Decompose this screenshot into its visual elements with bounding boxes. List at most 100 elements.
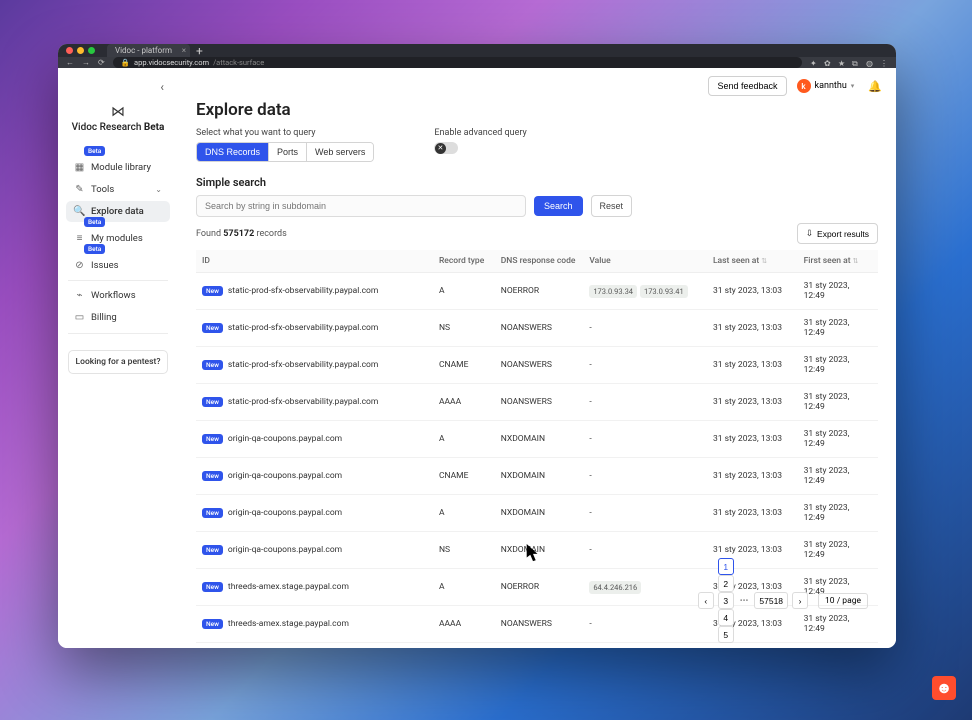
segment-web-servers[interactable]: Web servers <box>306 143 373 161</box>
maximize-window-icon[interactable] <box>88 47 95 54</box>
response-code: NOANSWERS <box>495 347 584 384</box>
tab-title: Vidoc - platform <box>115 46 172 55</box>
forward-icon[interactable]: → <box>82 58 90 67</box>
first-seen: 31 sty 2023, 12:49 <box>798 273 878 310</box>
sidebar-item-tools[interactable]: ✎Tools⌄ <box>66 179 170 200</box>
page-3-button[interactable]: 3 <box>718 592 734 609</box>
beta-badge: Beta <box>84 217 105 227</box>
browser-tab[interactable]: Vidoc - platform × <box>107 44 190 57</box>
close-window-icon[interactable] <box>66 47 73 54</box>
page-1-button[interactable]: 1 <box>718 558 734 575</box>
url-host: app.vidocsecurity.com <box>134 58 209 67</box>
column-first-seen-at[interactable]: First seen at⇅ <box>798 250 878 273</box>
pagination-ellipsis: ••• <box>738 596 751 606</box>
ext-icon[interactable]: ✦ <box>810 59 818 67</box>
back-icon[interactable]: ← <box>66 58 74 67</box>
column-id[interactable]: ID <box>196 250 433 273</box>
lock-icon: 🔒 <box>121 58 130 67</box>
url-path: /attack-surface <box>213 58 264 67</box>
search-button[interactable]: Search <box>534 196 583 216</box>
ext-icon[interactable]: ★ <box>838 59 846 67</box>
response-code: NXDOMAIN <box>495 421 584 458</box>
last-seen: 31 sty 2023, 13:03 <box>707 273 798 310</box>
sidebar: ‹ ⋈ Vidoc Research Beta Beta▦Module libr… <box>58 68 178 648</box>
record-id: static-prod-sfx-observability.paypal.com <box>228 397 378 407</box>
column-record-type[interactable]: Record type <box>433 250 495 273</box>
new-badge: New <box>202 582 223 592</box>
new-tab-button[interactable]: + <box>196 47 203 55</box>
menu-icon[interactable]: ⋮ <box>880 59 888 67</box>
table-row[interactable]: Newstatic-prod-sfx-observability.paypal.… <box>196 347 878 384</box>
column-dns-response-code[interactable]: DNS response code <box>495 250 584 273</box>
minimize-window-icon[interactable] <box>77 47 84 54</box>
browser-window: Vidoc - platform × + ← → ⟳ 🔒 app.vidocse… <box>58 44 896 648</box>
response-code: NOANSWERS <box>495 384 584 421</box>
chevron-down-icon: ▾ <box>851 82 855 90</box>
column-last-seen-at[interactable]: Last seen at⇅ <box>707 250 798 273</box>
sidebar-item-module-library[interactable]: Beta▦Module library <box>66 152 170 178</box>
notifications-icon[interactable]: 🔔 <box>868 80 882 93</box>
new-badge: New <box>202 323 223 333</box>
export-icon: ⇩ <box>806 228 813 239</box>
response-code: NOERROR <box>495 569 584 606</box>
record-type: CNAME <box>433 458 495 495</box>
ext-icon[interactable]: ⧉ <box>852 59 860 67</box>
collapse-sidebar-button[interactable]: ‹ <box>62 76 174 94</box>
record-type: A <box>433 495 495 532</box>
sidebar-item-explore-data[interactable]: 🔍Explore data <box>66 201 170 222</box>
prev-page-button[interactable]: ‹ <box>698 592 714 609</box>
flow-icon: ⌁ <box>74 290 85 301</box>
sidebar-item-workflows[interactable]: ⌁Workflows <box>66 285 170 306</box>
table-row[interactable]: Newstatic-prod-sfx-observability.paypal.… <box>196 310 878 347</box>
found-suffix: records <box>254 229 287 239</box>
page-2-button[interactable]: 2 <box>718 575 734 592</box>
sidebar-item-issues[interactable]: Beta⊘Issues <box>66 250 170 276</box>
new-badge: New <box>202 397 223 407</box>
page-title: Explore data <box>196 100 878 120</box>
table-row[interactable]: Neworigin-qa-coupons.paypal.comANXDOMAIN… <box>196 421 878 458</box>
send-feedback-button[interactable]: Send feedback <box>708 76 786 96</box>
new-badge: New <box>202 619 223 629</box>
record-value: - <box>583 384 707 421</box>
support-chat-button[interactable]: ☻ <box>932 676 956 700</box>
profile-icon[interactable]: ◍ <box>866 59 874 67</box>
reload-icon[interactable]: ⟳ <box>98 58 105 67</box>
export-label: Export results <box>817 229 869 239</box>
segment-dns-records[interactable]: DNS Records <box>197 143 268 161</box>
sort-icon: ⇅ <box>761 257 767 265</box>
value-chip: 173.0.93.34 <box>589 285 637 298</box>
next-page-button[interactable]: › <box>792 592 808 609</box>
page-5-button[interactable]: 5 <box>718 626 734 643</box>
record-value: 64.4.246.216 <box>583 569 707 606</box>
tab-close-icon[interactable]: × <box>182 46 186 55</box>
last-page-button[interactable]: 57518 <box>754 592 788 609</box>
search-input[interactable] <box>196 195 526 217</box>
record-value: - <box>583 495 707 532</box>
first-seen: 31 sty 2023, 12:49 <box>798 384 878 421</box>
sidebar-item-my-modules[interactable]: Beta≡My modules <box>66 223 170 249</box>
table-row[interactable]: Neworigin-qa-coupons.paypal.comCNAMENXDO… <box>196 458 878 495</box>
chat-icon: ☻ <box>936 678 953 698</box>
first-seen: 31 sty 2023, 12:49 <box>798 421 878 458</box>
table-row[interactable]: New static-prod-sfx-observability.paypal.… <box>196 384 878 421</box>
export-results-button[interactable]: ⇩ Export results <box>797 223 878 244</box>
advanced-query-toggle[interactable]: ✕ <box>434 142 458 154</box>
table-row[interactable]: Neworigin-qa-coupons.paypal.comANXDOMAIN… <box>196 495 878 532</box>
page-4-button[interactable]: 4 <box>718 609 734 626</box>
ext-icon[interactable]: ✿ <box>824 59 832 67</box>
pentest-cta[interactable]: Looking for a pentest? <box>68 350 168 374</box>
table-row[interactable]: Newstatic-prod-sfx-observability.paypal.… <box>196 273 878 310</box>
brand-logo-icon: ⋈ <box>62 104 174 120</box>
page-size-select[interactable]: 10 / page <box>818 593 868 609</box>
sidebar-item-billing[interactable]: ▭Billing <box>66 307 170 328</box>
column-value[interactable]: Value <box>583 250 707 273</box>
grid-icon: ▦ <box>74 162 85 173</box>
segment-ports[interactable]: Ports <box>268 143 306 161</box>
user-menu[interactable]: k kannthu ▾ <box>797 79 855 93</box>
address-bar[interactable]: 🔒 app.vidocsecurity.com/attack-surface <box>113 57 802 68</box>
bug-icon: ⊘ <box>74 260 85 271</box>
last-seen: 31 sty 2023, 13:03 <box>707 310 798 347</box>
window-controls[interactable] <box>66 47 95 54</box>
reset-button[interactable]: Reset <box>591 195 633 217</box>
response-code: NXDOMAIN <box>495 458 584 495</box>
